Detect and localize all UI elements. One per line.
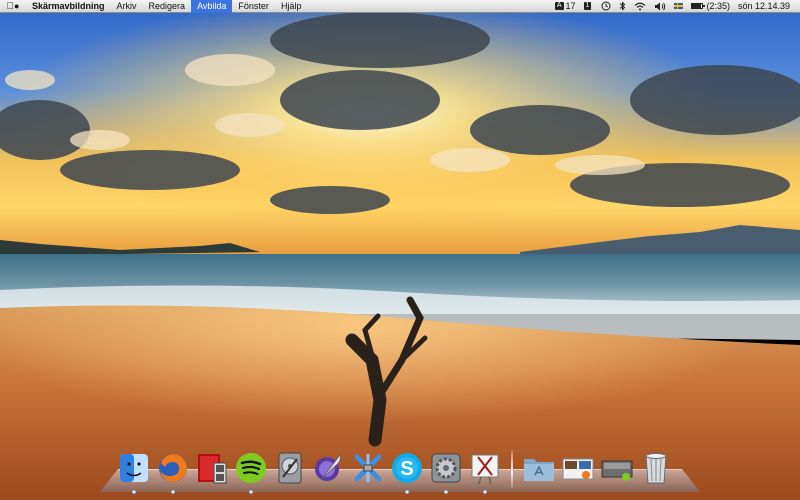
running-indicator — [483, 490, 487, 494]
dock-firefox[interactable] — [156, 450, 190, 494]
menu-hjalp[interactable]: Hjälp — [275, 0, 308, 13]
font-size-menu[interactable]: A 17 — [551, 0, 580, 13]
menu-redigera[interactable]: Redigera — [143, 0, 192, 13]
downloads-stack-icon — [562, 458, 594, 480]
dock-spotify[interactable] — [234, 450, 268, 494]
spotify-icon — [236, 453, 266, 483]
running-indicator — [444, 490, 448, 494]
menu-fonster[interactable]: Fönster — [232, 0, 275, 13]
input-source-flag-icon[interactable] — [670, 0, 687, 13]
keyboard-menu[interactable]: 1 — [580, 0, 598, 13]
wifi-icon[interactable] — [630, 0, 650, 13]
clock[interactable]: sön 12.14.39 — [734, 0, 794, 13]
menu-app-name[interactable]: Skärmavbildning — [26, 0, 111, 13]
volume-icon[interactable] — [650, 0, 670, 13]
svg-text:S: S — [400, 458, 413, 480]
running-indicator — [171, 490, 175, 494]
skype-icon: S — [392, 453, 422, 483]
font-badge: A — [554, 2, 564, 10]
dock-trash[interactable] — [639, 450, 673, 486]
status-area: A 17 1 (2:35) sön 12.14.39 — [551, 0, 800, 13]
running-indicator — [249, 490, 253, 494]
applications-folder-icon — [524, 459, 554, 481]
trash-icon — [645, 453, 667, 484]
menu-bar: ● Skärmavbildning Arkiv Redigera Avbild… — [0, 0, 800, 13]
gear-icon — [431, 453, 461, 483]
dock-system-preferences[interactable] — [429, 450, 463, 494]
dock-finder[interactable] — [117, 450, 151, 494]
disk-utility-icon — [278, 452, 302, 484]
swedish-flag-icon — [674, 3, 684, 9]
font-size-value: 17 — [565, 0, 576, 11]
battery-menu[interactable]: (2:35) — [687, 0, 734, 13]
dock-xcode[interactable] — [351, 450, 385, 486]
firefox-icon — [159, 454, 187, 482]
scissors-icon — [471, 454, 499, 485]
dock-quill-app[interactable] — [312, 450, 346, 486]
dock-downloads-stack[interactable] — [561, 450, 595, 486]
running-indicator — [405, 490, 409, 494]
documents-stack-icon — [601, 460, 633, 481]
finder-icon — [120, 454, 148, 482]
battery-icon — [691, 3, 706, 9]
dock-separator — [511, 450, 513, 488]
dock-grab[interactable] — [468, 450, 502, 494]
battery-time: (2:35) — [706, 0, 730, 11]
quill-icon — [315, 454, 341, 481]
time-machine-icon[interactable] — [597, 0, 615, 13]
dock-photo-booth[interactable] — [195, 450, 229, 486]
photo-booth-icon — [198, 454, 227, 484]
dock-applications-folder[interactable] — [522, 450, 556, 486]
bluetooth-icon[interactable] — [615, 0, 630, 13]
menu-avbilda[interactable]: Avbilda — [191, 0, 233, 13]
running-indicator — [132, 490, 136, 494]
dock-skype[interactable]: S — [390, 450, 424, 494]
keyboard-badge: 1 — [583, 2, 592, 10]
menu-arkiv[interactable]: Arkiv — [111, 0, 143, 13]
dock: S — [100, 448, 700, 500]
dock-documents-stack[interactable] — [600, 450, 634, 486]
desktop-wallpaper — [0, 0, 800, 500]
dock-disk-utility[interactable] — [273, 450, 307, 486]
apple-icon[interactable]: ● — [0, 0, 26, 13]
xcode-icon — [354, 454, 382, 482]
